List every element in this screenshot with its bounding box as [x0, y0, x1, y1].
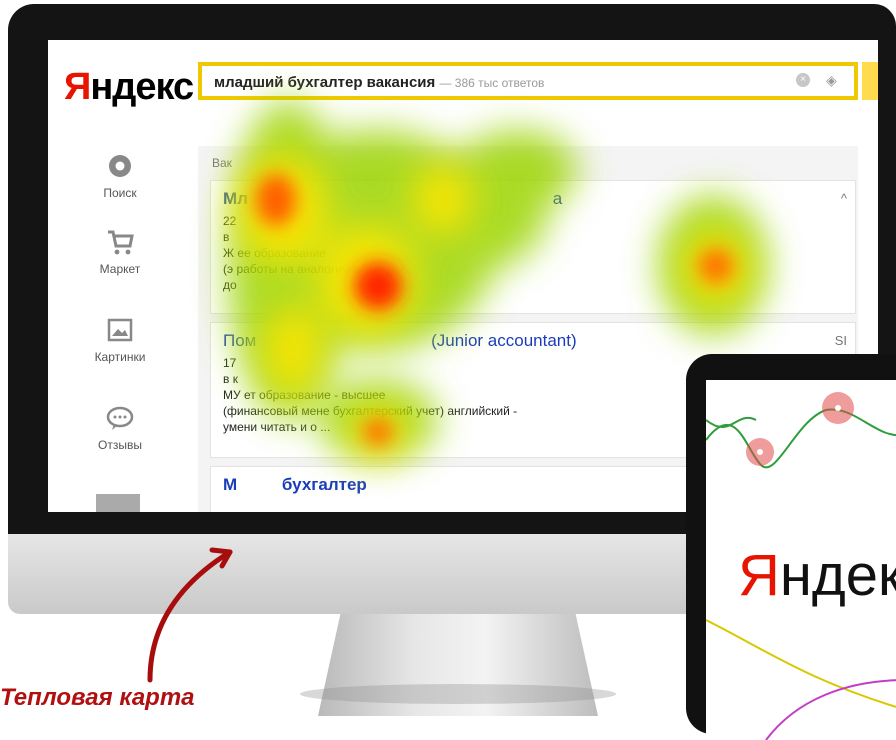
result-card[interactable]: Мл а 22 в Ж ее образование (э работы на …	[210, 180, 856, 314]
search-box[interactable]: младший бухгалтер вакансия — 386 тыс отв…	[198, 62, 858, 100]
results-header: Вак	[212, 156, 232, 170]
logo-rest: ндекс	[90, 66, 194, 108]
apple-logo-icon	[432, 560, 462, 594]
result-title[interactable]: Мл а	[223, 189, 843, 209]
logo-first-letter: Я	[64, 66, 91, 108]
result-title-end: (Junior accountant)	[431, 331, 577, 350]
sidebar-item-reviews[interactable]: Отзывы	[70, 404, 170, 452]
result-title-end: бухгалтер	[281, 475, 367, 494]
stand-shadow	[300, 684, 616, 704]
result-line: 22	[223, 214, 237, 228]
clear-icon[interactable]: ×	[796, 73, 810, 87]
result-line: в	[223, 230, 230, 244]
sidebar-item-search[interactable]: Поиск	[70, 152, 170, 200]
search-button[interactable]	[862, 62, 878, 100]
search-input[interactable]: младший бухгалтер вакансия — 386 тыс отв…	[214, 74, 544, 91]
result-line: (э работы на аналогичной	[223, 262, 369, 276]
sidebar-item-label: Отзывы	[98, 438, 142, 452]
result-title-end: а	[552, 189, 563, 208]
image-icon	[107, 318, 133, 342]
tablet-screen: Яндек	[706, 380, 896, 740]
shield-icon[interactable]: ◈	[826, 72, 840, 88]
search-result-count: — 386 тыс ответов	[439, 76, 545, 90]
video-icon[interactable]	[96, 494, 140, 512]
service-sidebar: Поиск Маркет Картинки Отзывы	[48, 146, 190, 512]
heatmap-caption: Тепловая карта	[0, 684, 195, 711]
sidebar-item-label: Картинки	[94, 350, 146, 364]
fixation-center	[757, 449, 763, 455]
yandex-logo[interactable]: Яндекс	[64, 66, 194, 109]
fixation-center	[835, 405, 841, 411]
sidebar-item-label: Маркет	[99, 262, 141, 276]
cart-icon	[108, 230, 134, 255]
tablet-logo-first-letter: Я	[738, 543, 780, 608]
result-title[interactable]: Пом (Junior accountant)	[223, 331, 843, 351]
result-side-mark: SI	[834, 333, 847, 348]
result-line: до	[223, 278, 237, 292]
tablet-logo-rest: ндек	[779, 543, 896, 608]
result-title-start: М	[223, 475, 238, 494]
search-circle-icon	[109, 155, 131, 177]
chat-icon	[106, 406, 134, 430]
result-title-start: Мл	[223, 189, 248, 208]
result-line: Ж ее образование	[223, 246, 326, 260]
result-side-mark: ^	[840, 191, 847, 206]
sidebar-item-label: Поиск	[103, 186, 137, 200]
result-title-start: Пом	[223, 331, 257, 350]
search-query: младший бухгалтер вакансия	[214, 74, 436, 91]
tablet-yandex-logo: Яндек	[738, 542, 896, 609]
sidebar-item-images[interactable]: Картинки	[70, 316, 170, 364]
tablet-device: Яндек	[686, 354, 896, 740]
sidebar-item-market[interactable]: Маркет	[70, 228, 170, 276]
